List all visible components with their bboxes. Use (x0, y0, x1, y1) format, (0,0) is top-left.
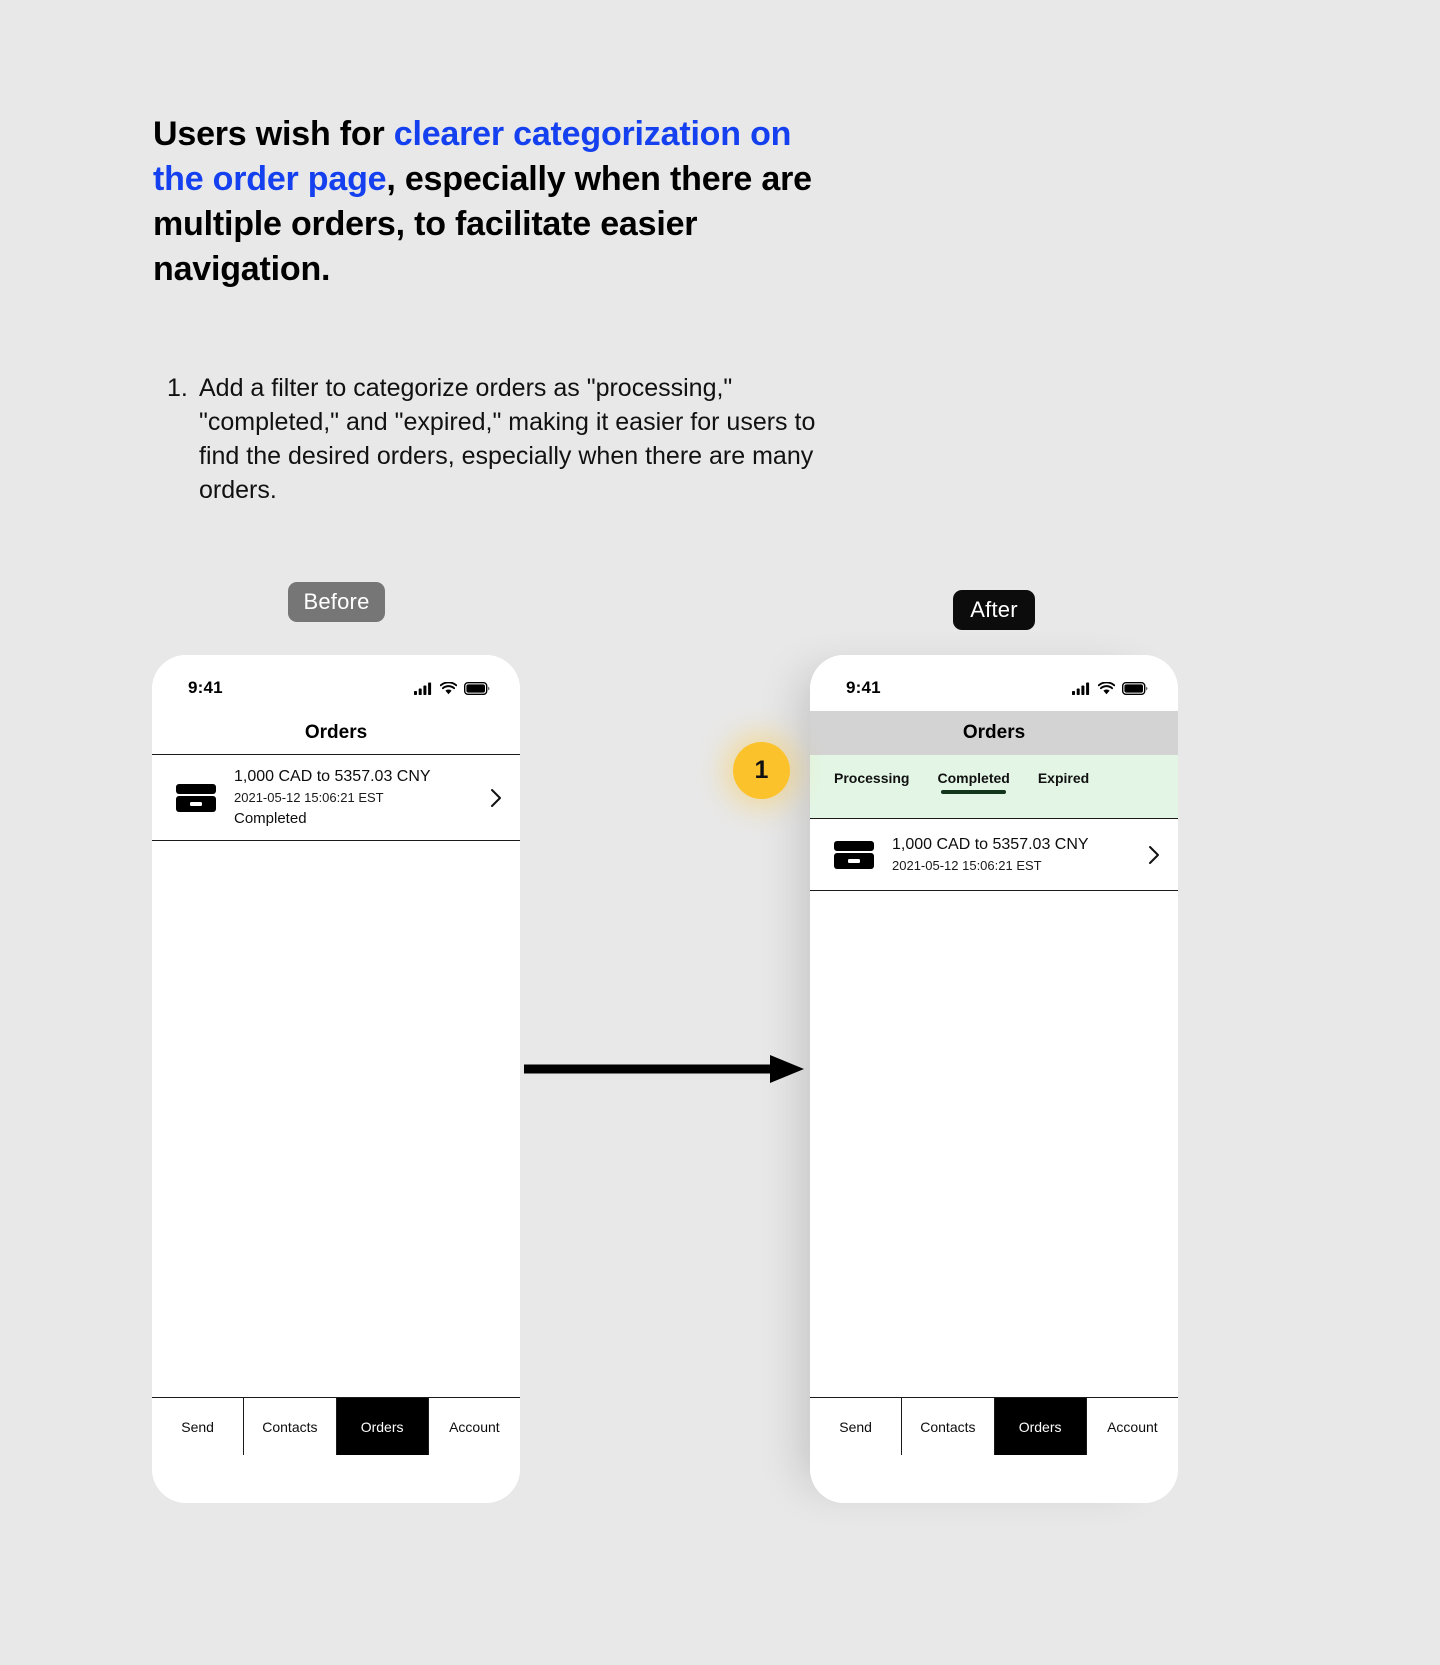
list-item-text: Add a filter to categorize orders as "pr… (199, 374, 816, 504)
order-status: Completed (234, 810, 307, 827)
list-item: 1. Add a filter to categorize orders as … (167, 371, 827, 507)
filter-tab-completed[interactable]: Completed (933, 770, 1013, 796)
phone-home-area (810, 1455, 1178, 1503)
tab-account[interactable]: Account (1086, 1398, 1178, 1455)
order-date: 2021-05-12 15:06:21 EST (234, 790, 384, 805)
filter-tab-expired[interactable]: Expired (1034, 770, 1093, 796)
battery-icon (464, 681, 490, 695)
tab-send[interactable]: Send (810, 1398, 903, 1455)
page-title: Users wish for clearer categorization on… (153, 112, 813, 292)
tabbar-after: Send Contacts Orders Account (810, 1397, 1178, 1455)
filter-tab-label: Processing (834, 770, 910, 786)
wifi-icon (440, 681, 457, 694)
nav-title-before: Orders (152, 711, 520, 755)
tab-contacts[interactable]: Contacts (244, 1398, 337, 1455)
tab-orders[interactable]: Orders (336, 1398, 429, 1455)
status-bar-after: 9:41 (810, 655, 1178, 711)
phone-home-area (152, 1455, 520, 1503)
chevron-right-icon[interactable] (488, 787, 504, 809)
chevron-right-icon[interactable] (1146, 844, 1162, 866)
tabbar-before: Send Contacts Orders Account (152, 1397, 520, 1455)
status-time: 9:41 (188, 678, 223, 697)
order-details: 1,000 CAD to 5357.03 CNY 2021-05-12 15:0… (234, 767, 480, 828)
wifi-icon (1098, 681, 1115, 694)
order-title: 1,000 CAD to 5357.03 CNY (234, 768, 431, 785)
status-bar-before: 9:41 (152, 655, 520, 711)
credit-card-icon (176, 783, 216, 812)
phone-mockup-after: 9:41 Orders Processing Completed Expired… (810, 655, 1178, 1503)
order-row[interactable]: 1,000 CAD to 5357.03 CNY 2021-05-12 15:0… (152, 755, 520, 841)
tab-orders[interactable]: Orders (994, 1398, 1087, 1455)
order-title: 1,000 CAD to 5357.03 CNY (892, 836, 1089, 853)
order-row[interactable]: 1,000 CAD to 5357.03 CNY 2021-05-12 15:0… (810, 819, 1178, 891)
battery-icon (1122, 681, 1148, 695)
signal-bars-icon (414, 682, 432, 695)
after-label: After (953, 590, 1035, 630)
order-date: 2021-05-12 15:06:21 EST (892, 858, 1042, 873)
transition-arrow-icon (524, 1055, 804, 1083)
tab-send[interactable]: Send (152, 1398, 245, 1455)
order-list-before: 1,000 CAD to 5357.03 CNY 2021-05-12 15:0… (152, 755, 520, 1397)
signal-bars-icon (1072, 682, 1090, 695)
before-label: Before (288, 582, 385, 622)
status-icons (1072, 681, 1148, 695)
filter-tab-label: Completed (937, 770, 1010, 786)
order-filter-tabs: Processing Completed Expired (810, 755, 1178, 819)
status-time: 9:41 (846, 678, 881, 697)
status-icons (414, 681, 490, 695)
filter-tab-label: Expired (1037, 770, 1090, 786)
list-item-number: 1. (167, 374, 188, 402)
filter-tab-processing[interactable]: Processing (830, 770, 913, 796)
order-details: 1,000 CAD to 5357.03 CNY 2021-05-12 15:0… (892, 835, 1138, 874)
credit-card-icon (834, 840, 874, 869)
tab-account[interactable]: Account (428, 1398, 520, 1455)
order-list-after: 1,000 CAD to 5357.03 CNY 2021-05-12 15:0… (810, 819, 1178, 1397)
slide-canvas: Users wish for clearer categorization on… (0, 0, 1440, 1665)
recommendation-list: 1. Add a filter to categorize orders as … (167, 371, 827, 507)
phone-mockup-before: 9:41 Orders 1,000 CAD to 5357.03 CNY 202… (152, 655, 520, 1503)
active-tab-indicator (941, 790, 1006, 794)
headline-part-1: Users wish for (153, 115, 394, 153)
step-badge-1: 1 (733, 742, 790, 799)
tab-contacts[interactable]: Contacts (902, 1398, 995, 1455)
nav-title-after: Orders (810, 711, 1178, 755)
